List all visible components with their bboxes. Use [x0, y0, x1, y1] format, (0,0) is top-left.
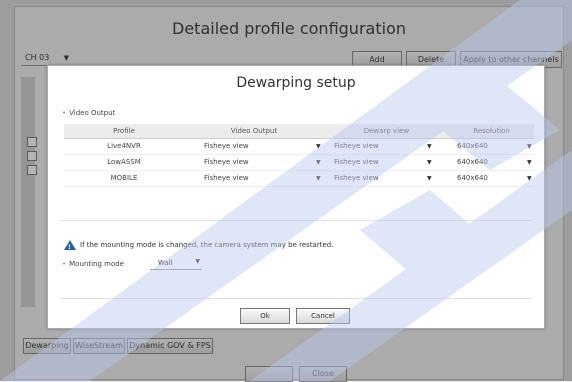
resolution-select[interactable]: 640x640 — [457, 155, 527, 169]
warning-icon: ! — [64, 240, 76, 251]
profile-name: Live4NVR — [107, 142, 141, 150]
table-row: LowASSM Fisheye view ▼ Fisheye view ▼ 64… — [64, 155, 534, 171]
chevron-down-icon: ▼ — [316, 143, 321, 150]
bullet-icon: • — [62, 109, 67, 117]
ok-button[interactable]: Ok — [240, 308, 290, 324]
video-output-table: Profile Video Output Dewarp view Resolut… — [64, 124, 534, 187]
table-header: Profile Video Output Dewarp view Resolut… — [64, 124, 534, 139]
resolution-select[interactable]: 640x640 — [457, 171, 527, 185]
app-window: Detailed profile configuration CH 03 ▼ A… — [0, 0, 572, 382]
chevron-down-icon: ▼ — [527, 159, 532, 166]
column-header: Profile — [113, 127, 135, 135]
video-output-select[interactable]: Fisheye view — [204, 155, 324, 169]
profile-name: MOBILE — [110, 174, 138, 182]
mounting-mode-select[interactable]: Wall ▼ — [150, 257, 202, 270]
video-output-select[interactable]: Fisheye view — [204, 139, 324, 153]
column-header: Dewarp view — [363, 127, 410, 135]
chevron-down-icon: ▼ — [427, 143, 432, 150]
chevron-down-icon: ▼ — [427, 175, 432, 182]
warning-text: If the mounting mode is changed, the cam… — [80, 241, 334, 249]
divider — [60, 298, 532, 299]
mounting-mode-text: Mounting mode — [69, 260, 124, 268]
chevron-down-icon: ▼ — [427, 159, 432, 166]
video-output-label: • Video Output — [62, 109, 115, 117]
mounting-mode-label: • Mounting mode — [62, 260, 124, 268]
chevron-down-icon: ▼ — [527, 143, 532, 150]
chevron-down-icon: ▼ — [195, 258, 200, 265]
table-row: Live4NVR Fisheye view ▼ Fisheye view ▼ 6… — [64, 139, 534, 155]
video-output-text: Video Output — [69, 109, 116, 117]
chevron-down-icon: ▼ — [316, 175, 321, 182]
table-row: MOBILE Fisheye view ▼ Fisheye view ▼ 640… — [64, 171, 534, 187]
divider — [60, 220, 532, 221]
bullet-icon: • — [62, 260, 67, 268]
chevron-down-icon: ▼ — [316, 159, 321, 166]
modal-title: Dewarping setup — [236, 75, 356, 91]
chevron-down-icon: ▼ — [527, 175, 532, 182]
resolution-select[interactable]: 640x640 — [457, 139, 527, 153]
video-output-select[interactable]: Fisheye view — [204, 171, 324, 185]
profile-name: LowASSM — [107, 158, 141, 166]
mounting-mode-value: Wall — [158, 259, 173, 267]
column-header: Video Output — [230, 127, 278, 135]
cancel-button[interactable]: Cancel — [296, 308, 350, 324]
column-header: Resolution — [473, 127, 510, 135]
dewarping-setup-modal: Dewarping setup • Video Output Profile Vi… — [47, 65, 545, 329]
restart-warning: ! If the mounting mode is changed, the ca… — [64, 239, 333, 251]
